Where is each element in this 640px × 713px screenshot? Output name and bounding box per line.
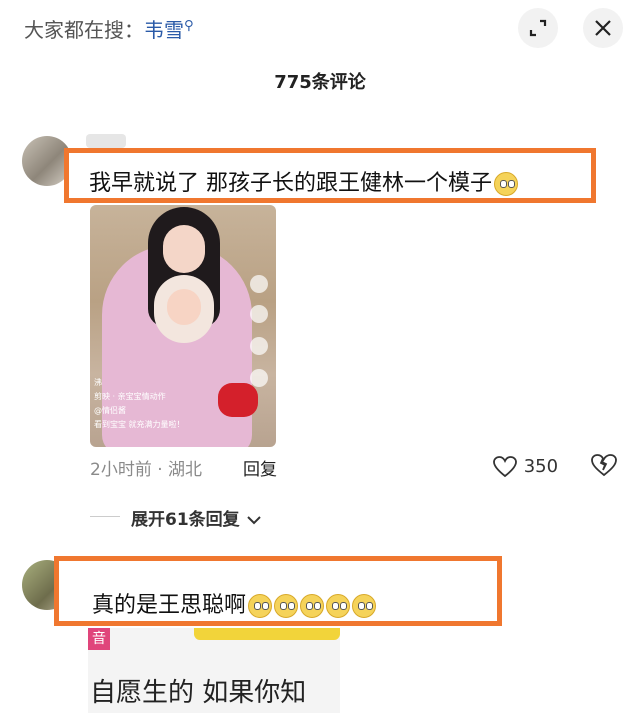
comment-image[interactable]: 沸 剪映 · 亲宝宝情动作 @情侣酱 看到宝宝 就充满力量啦！: [90, 205, 276, 447]
comment-highlight-box: 我早就说了 那孩子长的跟王健林一个模子: [64, 148, 596, 203]
search-suggestion[interactable]: 大家都在搜：韦雪⚲: [24, 14, 194, 43]
avatar-icon: [250, 275, 268, 293]
image-text: 自愿生的 如果你知: [90, 678, 307, 708]
comment-image[interactable]: 音 自愿生的 如果你知: [88, 628, 340, 713]
shock-emoji-icon: [326, 594, 351, 618]
top-bar: 大家都在搜：韦雪⚲: [0, 0, 640, 56]
search-suggestion-prefix: 大家都在搜：: [24, 18, 144, 42]
comment-count: 775条评论: [274, 72, 366, 93]
heart-icon: [493, 456, 517, 478]
chevron-down-icon: [246, 516, 261, 525]
close-icon: [595, 20, 611, 36]
expand-button[interactable]: [518, 8, 558, 48]
like-count: 350: [523, 456, 559, 477]
star-icon: [250, 369, 268, 387]
shock-emoji-icon: [248, 594, 273, 618]
image-caption: 沸: [94, 378, 102, 387]
dislike-button[interactable]: [590, 452, 618, 478]
like-button[interactable]: 350: [492, 455, 558, 479]
heart-icon: [250, 305, 268, 323]
image-caption: 看到宝宝 就充满力量啦！: [94, 420, 185, 429]
broken-heart-icon: [591, 454, 617, 477]
divider: [90, 516, 120, 517]
comment-icon: [250, 337, 268, 355]
comment-time-location: 2小时前 · 湖北: [90, 460, 203, 480]
search-icon: ⚲: [184, 18, 194, 34]
comment-text: 真的是王思聪啊: [92, 587, 377, 619]
image-caption: 剪映 · 亲宝宝情动作: [94, 392, 166, 401]
search-suggestion-keyword[interactable]: 韦雪: [144, 18, 184, 42]
expand-replies-button[interactable]: 展开61条回复: [131, 505, 262, 530]
shock-emoji-icon: [352, 594, 377, 618]
username-blurred: [86, 134, 126, 148]
sweat-emoji-icon: [494, 172, 518, 196]
image-tag: 音: [88, 628, 110, 650]
reply-button[interactable]: 回复: [243, 455, 277, 480]
shock-emoji-icon: [300, 594, 325, 618]
shock-emoji-icon: [274, 594, 299, 618]
comment-highlight-box: 真的是王思聪啊: [54, 556, 502, 626]
image-caption: @情侣酱: [94, 406, 126, 415]
image-banner: [194, 628, 340, 640]
comment-text: 我早就说了 那孩子长的跟王健林一个模子: [89, 165, 518, 197]
expand-icon: [529, 19, 547, 37]
close-button[interactable]: [583, 8, 623, 48]
